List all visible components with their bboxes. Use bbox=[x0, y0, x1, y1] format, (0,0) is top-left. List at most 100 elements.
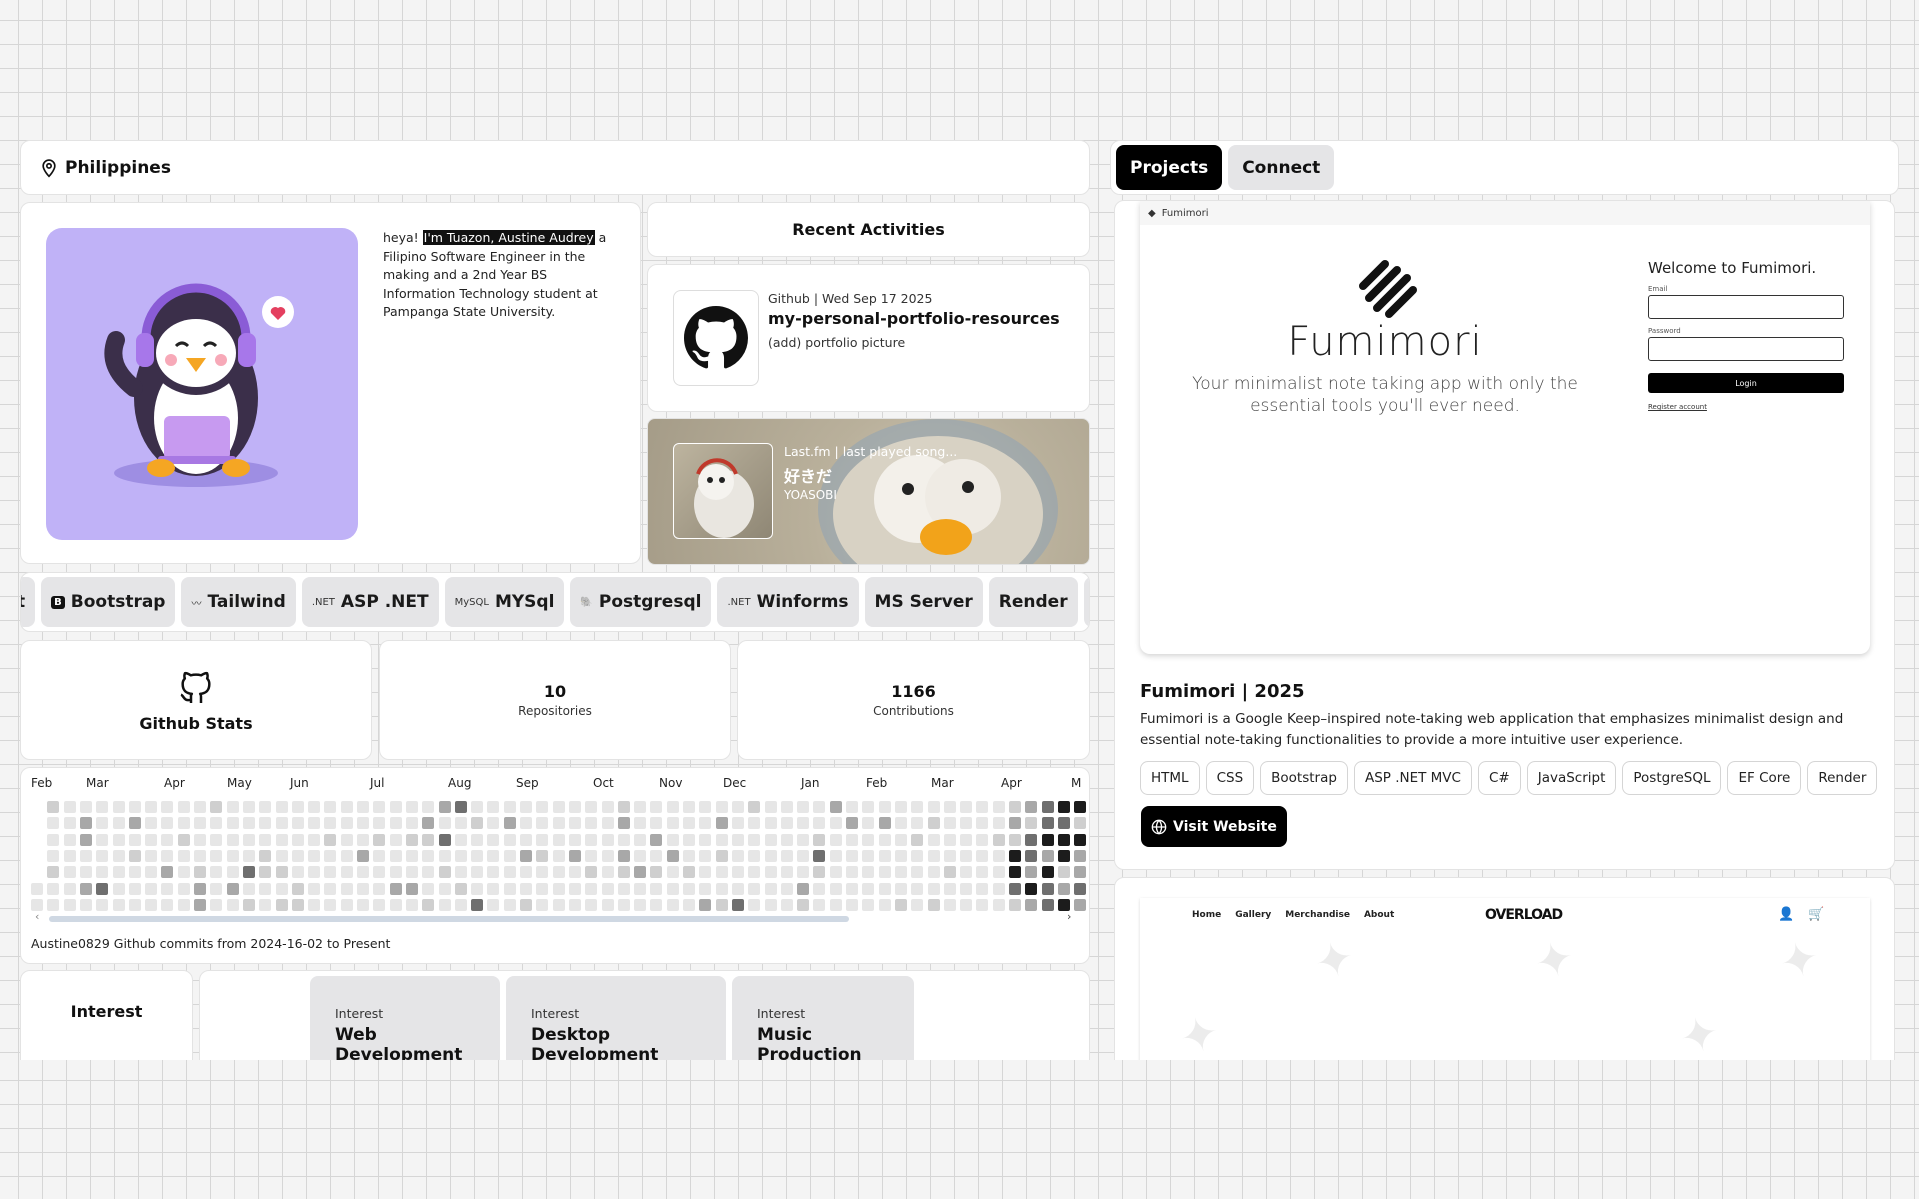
heatmap-cell bbox=[1057, 801, 1070, 813]
heatmap-cell bbox=[487, 866, 500, 879]
recent-activities-title: Recent Activities bbox=[647, 202, 1090, 257]
heatmap-cell bbox=[992, 898, 1005, 911]
tech-chip[interactable]: .NET ASP .NET bbox=[301, 577, 439, 627]
tech-chip[interactable]: B Bootstrap bbox=[41, 577, 176, 627]
heatmap-cell bbox=[389, 849, 402, 862]
heatmap-cell bbox=[862, 817, 875, 830]
heatmap-cell bbox=[291, 866, 304, 879]
heatmap-cell bbox=[829, 849, 842, 862]
heatmap-cell bbox=[63, 898, 76, 911]
heatmap-cell bbox=[748, 866, 761, 879]
heatmap-cell bbox=[454, 866, 467, 879]
heatmap-cell bbox=[373, 849, 386, 862]
heatmap-cell bbox=[846, 898, 858, 911]
heatmap-cell bbox=[438, 849, 451, 862]
heatmap-cell bbox=[797, 866, 810, 879]
lastfm-card[interactable]: Last.fm | last played song... 好きだ YOASOB… bbox=[647, 418, 1090, 565]
heatmap-cell bbox=[471, 817, 484, 830]
preview-nav-item: Home bbox=[1192, 910, 1222, 920]
heatmap-cell bbox=[536, 849, 549, 862]
heatmap-cell bbox=[650, 882, 663, 895]
interest-kind: Interest bbox=[531, 1006, 580, 1021]
heatmap-cell bbox=[960, 817, 973, 830]
scroll-left-icon[interactable]: ‹ bbox=[35, 910, 39, 923]
heatmap-cell bbox=[943, 817, 956, 830]
tech-chip[interactable]: MySQL MYSql bbox=[444, 577, 565, 627]
heatmap-cell bbox=[454, 801, 467, 813]
heatmap-cell bbox=[943, 801, 956, 813]
avatar bbox=[46, 228, 358, 540]
project-preview[interactable]: ◆ Fumimori Fumimori Your minimalist note… bbox=[1140, 201, 1870, 654]
tab-projects[interactable]: Projects bbox=[1116, 145, 1223, 190]
heatmap-cell bbox=[650, 801, 663, 813]
heatmap-cell bbox=[976, 866, 989, 879]
heatmap-cell bbox=[405, 898, 418, 911]
heatmap-cell bbox=[601, 801, 614, 813]
heatmap-cell bbox=[829, 898, 842, 911]
heatmap-cell bbox=[226, 882, 239, 895]
tech-chip[interactable]: ⁜Netlify bbox=[1083, 577, 1089, 627]
tech-chip[interactable]: 〰 Tailwind bbox=[181, 577, 296, 627]
heatmap-cell bbox=[520, 817, 532, 830]
heatmap-cell bbox=[161, 833, 174, 846]
tech-chip[interactable]: .NET Winforms bbox=[717, 577, 859, 627]
heatmap-cell bbox=[780, 882, 793, 895]
preview-nav-icons: 👤 🛒 bbox=[1778, 907, 1824, 922]
tab-connect[interactable]: Connect bbox=[1228, 145, 1335, 190]
heatmap-cell bbox=[438, 882, 451, 895]
github-activity-card[interactable]: Github | Wed Sep 17 2025 my-personal-por… bbox=[647, 264, 1090, 412]
watermark-logo-icon: ✦ bbox=[1674, 1004, 1725, 1066]
contribution-heatmap[interactable]: Feb Mar Apr May Jun Jul Aug Sep Oct Nov Dec Jan Feb M… bbox=[20, 767, 1090, 964]
tech-stack-strip[interactable]: t B Bootstrap 〰 Tailwind .NET ASP .NET MySQL MYS… bbox=[20, 572, 1090, 632]
github-repo-name[interactable]: my-personal-portfolio-resources bbox=[768, 309, 1060, 328]
heatmap-cell bbox=[291, 898, 304, 911]
heatmap-cell bbox=[145, 849, 158, 862]
heatmap-cell bbox=[242, 833, 255, 846]
heatmap-cell bbox=[634, 866, 647, 879]
preview-browser-bar: ◆ Fumimori bbox=[1140, 201, 1870, 225]
tech-chip[interactable]: Render bbox=[988, 577, 1078, 627]
heatmap-cell bbox=[878, 833, 891, 846]
tech-icon: B bbox=[51, 595, 65, 609]
heatmap-month-label: Aug bbox=[448, 776, 472, 790]
heatmap-cell bbox=[161, 849, 174, 862]
tech-chip[interactable]: t bbox=[21, 577, 36, 627]
heatmap-cell bbox=[210, 866, 223, 879]
heatmap-cell bbox=[1041, 849, 1054, 862]
project-preview[interactable]: Home Gallery Merchandise About OVERLOAD 👤 🛒… bbox=[1140, 898, 1870, 1076]
interest-value: Music Production bbox=[757, 1025, 862, 1065]
scroll-right-icon[interactable]: › bbox=[1067, 910, 1071, 923]
user-icon: 👤 bbox=[1778, 907, 1795, 922]
tech-chip[interactable]: MS Server bbox=[864, 577, 983, 627]
github-stats-card[interactable]: Github Stats bbox=[20, 640, 372, 760]
heatmap-cell bbox=[112, 898, 125, 911]
heatmap-cell bbox=[731, 866, 744, 879]
heatmap-cell bbox=[748, 898, 761, 911]
heatmap-cell bbox=[780, 801, 793, 813]
tech-chip[interactable]: 🐘 Postgresql bbox=[570, 577, 712, 627]
heatmap-cell bbox=[731, 817, 744, 830]
heatmap-cell bbox=[748, 849, 761, 862]
heatmap-cell bbox=[112, 817, 125, 830]
heatmap-cell bbox=[960, 882, 973, 895]
heatmap-month-label: Apr bbox=[164, 776, 185, 790]
heatmap-cell bbox=[63, 866, 76, 879]
heatmap-cell bbox=[1057, 817, 1070, 830]
heatmap-cell bbox=[813, 882, 826, 895]
tech-icon: MySQL bbox=[454, 596, 489, 608]
heatmap-cell bbox=[242, 866, 255, 879]
heatmap-cell bbox=[1041, 898, 1054, 911]
preview-login-title: Welcome to Fumimori. bbox=[1648, 259, 1817, 277]
heatmap-cell bbox=[422, 849, 435, 862]
heatmap-cell bbox=[422, 817, 435, 830]
heatmap-cell bbox=[373, 898, 386, 911]
heatmap-cell bbox=[617, 801, 630, 813]
heatmap-cell bbox=[601, 833, 614, 846]
visit-website-button[interactable]: Visit Website bbox=[1141, 806, 1287, 847]
heatmap-cell bbox=[357, 849, 369, 862]
interest-kind: Interest bbox=[757, 1006, 806, 1021]
heatmap-cell bbox=[128, 898, 141, 911]
heatmap-cell bbox=[405, 882, 418, 895]
heatmap-scrollbar[interactable] bbox=[49, 916, 849, 922]
heatmap-cell bbox=[666, 801, 679, 813]
